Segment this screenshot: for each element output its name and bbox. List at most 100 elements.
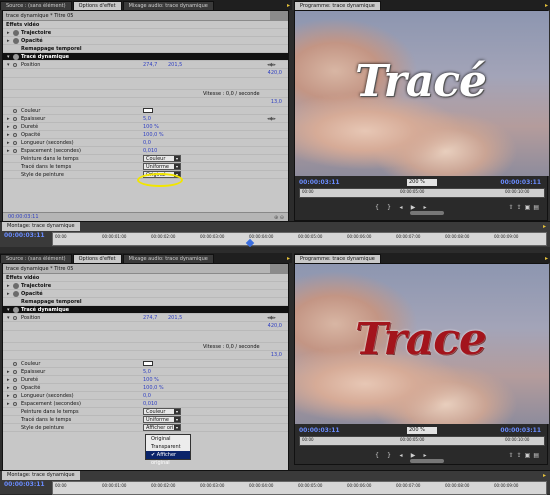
- fx-toggle-icon[interactable]: [13, 307, 19, 313]
- param-position[interactable]: ▾ Position 274,7 201,5 ◂◆▸: [3, 61, 288, 69]
- param-peinture[interactable]: Peinture dans le temps Couleur ▾: [3, 155, 288, 163]
- effect-trajectoire[interactable]: ▸ Trajectoire: [3, 282, 288, 290]
- keyframe-nav-icon[interactable]: ◂◆▸: [267, 314, 276, 322]
- param-style[interactable]: Style de peinture Afficher ori... ▾: [3, 424, 288, 432]
- playhead-icon[interactable]: [245, 238, 255, 248]
- effect-opacite[interactable]: ▸ Opacité: [3, 37, 288, 45]
- param-espacement[interactable]: ▸ Espacement (secondes) 0,010: [3, 400, 288, 408]
- stopwatch-icon[interactable]: [13, 370, 17, 374]
- param-opacite[interactable]: ▸ Opacité 100,0 %: [3, 384, 288, 392]
- color-swatch[interactable]: [143, 108, 153, 113]
- position-x-value[interactable]: 274,7: [143, 61, 157, 69]
- footer-timecode[interactable]: 00:00:03:11: [8, 214, 39, 220]
- trace-temps-dropdown[interactable]: Uniforme ▾: [143, 163, 181, 170]
- param-longueur[interactable]: ▸ Longueur (secondes) 0,0: [3, 392, 288, 400]
- param-epaisseur[interactable]: ▸ Epaisseur 5,0 ◂◆▸: [3, 115, 288, 123]
- output-icon[interactable]: ▤: [533, 452, 539, 459]
- stopwatch-icon[interactable]: [13, 362, 17, 366]
- peinture-dropdown[interactable]: Couleur ▾: [143, 155, 181, 162]
- timeline-ruler[interactable]: 00:00 00:00:01:00 00:00:02:00 00:00:03:0…: [52, 232, 547, 248]
- twirl-icon[interactable]: ▸: [7, 29, 10, 37]
- tab-source[interactable]: Source : (sans élément): [0, 1, 72, 10]
- keyframe-nav-icon[interactable]: ◂◆▸: [267, 115, 276, 123]
- tab-effect-options[interactable]: Options d'effet: [72, 1, 122, 10]
- effect-trace-dynamique[interactable]: ▾ Tracé dynamique: [3, 306, 288, 314]
- stopwatch-icon[interactable]: [13, 133, 17, 137]
- zoom-select[interactable]: 200 %: [407, 179, 437, 186]
- lift-icon[interactable]: ⇧: [509, 204, 514, 211]
- keyframe-nav-icon[interactable]: ◂◆▸: [267, 61, 276, 69]
- twirl-icon[interactable]: ▸: [7, 290, 10, 298]
- param-opacite[interactable]: ▸ Opacité 100,0 %: [3, 131, 288, 139]
- position-y-value[interactable]: 201,5: [168, 314, 182, 322]
- twirl-icon[interactable]: ▸: [7, 147, 10, 155]
- timeline-timecode[interactable]: 00:00:03:11: [4, 481, 45, 488]
- stopwatch-icon[interactable]: [13, 141, 17, 145]
- menu-item-afficher-original[interactable]: ✔ Afficher original: [146, 451, 190, 466]
- param-durete[interactable]: ▸ Dureté 100 %: [3, 123, 288, 131]
- tab-effect-options[interactable]: Options d'effet: [72, 254, 122, 263]
- tab-audio-mixer[interactable]: Mixage audio: trace dynamique: [122, 1, 214, 10]
- mark-out-icon[interactable]: }: [385, 452, 393, 459]
- output-icon[interactable]: ▤: [533, 204, 539, 211]
- stopwatch-icon[interactable]: [13, 125, 17, 129]
- step-back-icon[interactable]: ◂: [397, 452, 405, 459]
- mark-in-icon[interactable]: {: [373, 452, 381, 459]
- fx-toggle-icon[interactable]: [13, 30, 19, 36]
- twirl-icon[interactable]: ▸: [7, 37, 10, 45]
- extract-icon[interactable]: ⇪: [517, 452, 522, 459]
- tab-program[interactable]: Programme: trace dynamique: [294, 254, 381, 263]
- tab-timeline[interactable]: Montage: trace dynamique: [2, 222, 80, 231]
- stopwatch-icon[interactable]: [13, 394, 17, 398]
- stopwatch-icon[interactable]: [13, 117, 17, 121]
- timeline-ruler[interactable]: 00:00 00:00:01:00 00:00:02:00 00:00:03:0…: [52, 481, 547, 495]
- twirl-icon[interactable]: ▸: [7, 400, 10, 408]
- twirl-icon[interactable]: ▸: [7, 123, 10, 131]
- stopwatch-icon[interactable]: [13, 386, 17, 390]
- effect-trace-dynamique[interactable]: ▾ Tracé dynamique: [3, 53, 288, 61]
- color-swatch[interactable]: [143, 361, 153, 366]
- panel-menu-icon[interactable]: ▸: [545, 255, 548, 262]
- panel-menu-icon[interactable]: ▸: [543, 472, 546, 479]
- param-durete[interactable]: ▸ Dureté 100 %: [3, 376, 288, 384]
- step-forward-icon[interactable]: ▸: [421, 204, 429, 211]
- monitor-ruler[interactable]: 00:00 00:00:05:00 00:00:10:00: [299, 188, 545, 198]
- param-espacement[interactable]: ▸ Espacement (secondes) 0,010: [3, 147, 288, 155]
- twirl-icon[interactable]: ▾: [7, 53, 10, 61]
- program-timecode[interactable]: 00:00:03:11: [299, 179, 340, 186]
- param-epaisseur[interactable]: ▸ Epaisseur 5,0: [3, 368, 288, 376]
- param-longueur[interactable]: ▸ Longueur (secondes) 0,0: [3, 139, 288, 147]
- stopwatch-icon[interactable]: [13, 149, 17, 153]
- twirl-icon[interactable]: ▸: [7, 384, 10, 392]
- play-icon[interactable]: ▶: [409, 204, 417, 211]
- twirl-icon[interactable]: ▾: [7, 306, 10, 314]
- lift-icon[interactable]: ⇧: [509, 452, 514, 459]
- tab-program[interactable]: Programme: trace dynamique: [294, 1, 381, 10]
- param-position[interactable]: ▾ Position 274,7 201,5 ◂◆▸: [3, 314, 288, 322]
- tab-source[interactable]: Source : (sans élément): [0, 254, 72, 263]
- position-y-value[interactable]: 201,5: [168, 61, 182, 69]
- panel-menu-icon[interactable]: ▸: [287, 255, 290, 262]
- twirl-icon[interactable]: ▸: [7, 282, 10, 290]
- step-forward-icon[interactable]: ▸: [421, 452, 429, 459]
- stopwatch-icon[interactable]: [13, 378, 17, 382]
- twirl-icon[interactable]: ▸: [7, 131, 10, 139]
- effect-trajectoire[interactable]: ▸ Trajectoire: [3, 29, 288, 37]
- menu-item-transparent[interactable]: Transparent: [146, 443, 190, 451]
- twirl-icon[interactable]: ▸: [7, 139, 10, 147]
- jog-shuttle[interactable]: [410, 211, 444, 215]
- twirl-icon[interactable]: ▾: [7, 314, 10, 322]
- position-x-value[interactable]: 274,7: [143, 314, 157, 322]
- tab-audio-mixer[interactable]: Mixage audio: trace dynamique: [122, 254, 214, 263]
- step-back-icon[interactable]: ◂: [397, 204, 405, 211]
- effect-remappage[interactable]: Remappage temporel: [3, 45, 288, 53]
- param-trace-temps[interactable]: Tracé dans le temps Uniforme ▾: [3, 416, 288, 424]
- panel-menu-icon[interactable]: ▸: [543, 223, 546, 230]
- monitor-ruler[interactable]: 00:00 00:00:05:00 00:00:10:00: [299, 436, 545, 446]
- zoom-select[interactable]: 200 %: [407, 427, 437, 434]
- jog-shuttle[interactable]: [410, 459, 444, 463]
- param-peinture[interactable]: Peinture dans le temps Couleur ▾: [3, 408, 288, 416]
- stopwatch-icon[interactable]: [13, 402, 17, 406]
- twirl-icon[interactable]: ▸: [7, 392, 10, 400]
- param-couleur[interactable]: Couleur: [3, 107, 288, 115]
